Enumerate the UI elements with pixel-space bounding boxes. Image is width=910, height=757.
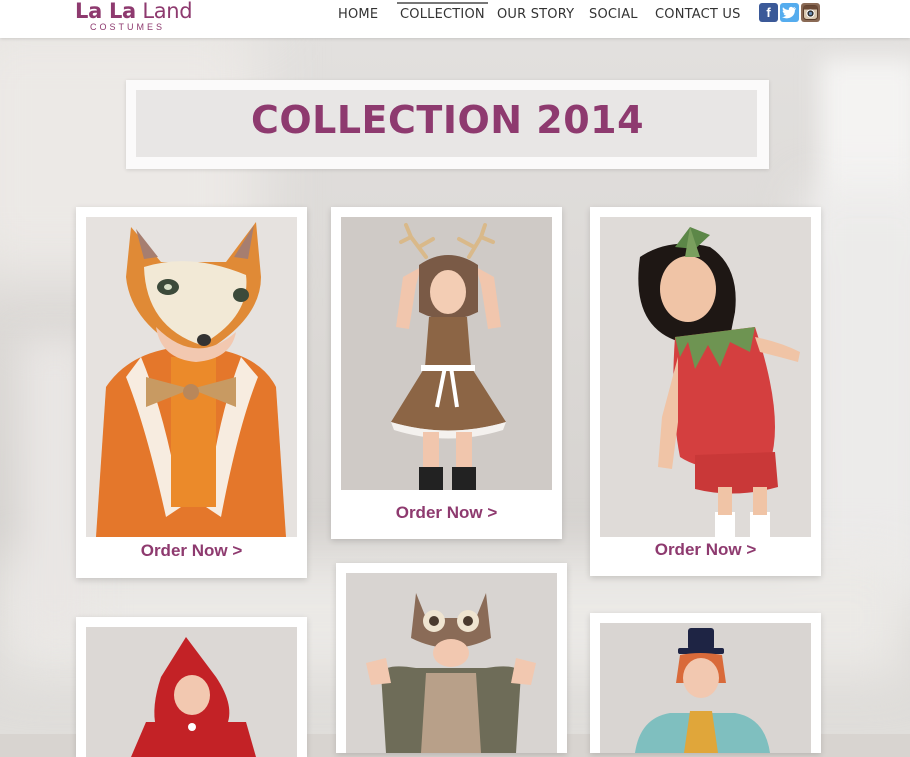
brand-subtitle: COSTUMES: [90, 22, 166, 32]
order-now-button[interactable]: Order Now >: [331, 503, 562, 523]
product-card-fox[interactable]: Order Now >: [76, 207, 307, 578]
nav-item-collection[interactable]: COLLECTION: [397, 2, 488, 22]
product-card-mad-hatter[interactable]: [590, 613, 821, 753]
strawberry-costume-photo: [600, 217, 811, 537]
collection-title-box: COLLECTION 2014: [126, 80, 769, 169]
nav-item-social[interactable]: SOCIAL: [589, 7, 638, 22]
deer-costume-photo: [341, 217, 552, 490]
nav-item-our-story[interactable]: OUR STORY: [497, 7, 574, 22]
product-card-red-riding-hood[interactable]: [76, 617, 307, 757]
owl-costume-photo: [346, 573, 557, 753]
brand-name-part2: Land: [142, 0, 193, 23]
brand-name-part1: La La: [75, 0, 136, 23]
nav-item-contact-us[interactable]: CONTACT US: [655, 7, 741, 22]
site-header: La La Land COSTUMES HOME COLLECTION OUR …: [0, 0, 910, 38]
product-card-strawberry[interactable]: Order Now >: [590, 207, 821, 576]
order-now-button[interactable]: Order Now >: [76, 541, 307, 561]
page-title: COLLECTION 2014: [250, 98, 645, 142]
red-hood-costume-photo: [86, 627, 297, 757]
product-card-deer[interactable]: Order Now >: [331, 207, 562, 539]
fox-costume-photo: [86, 217, 297, 537]
order-now-button[interactable]: Order Now >: [590, 540, 821, 560]
instagram-icon[interactable]: [801, 3, 820, 22]
twitter-icon[interactable]: [780, 3, 799, 22]
product-card-owl[interactable]: [336, 563, 567, 753]
facebook-icon[interactable]: f: [759, 3, 778, 22]
brand-logo[interactable]: La La Land COSTUMES: [75, 0, 193, 36]
nav-item-home[interactable]: HOME: [338, 7, 378, 22]
